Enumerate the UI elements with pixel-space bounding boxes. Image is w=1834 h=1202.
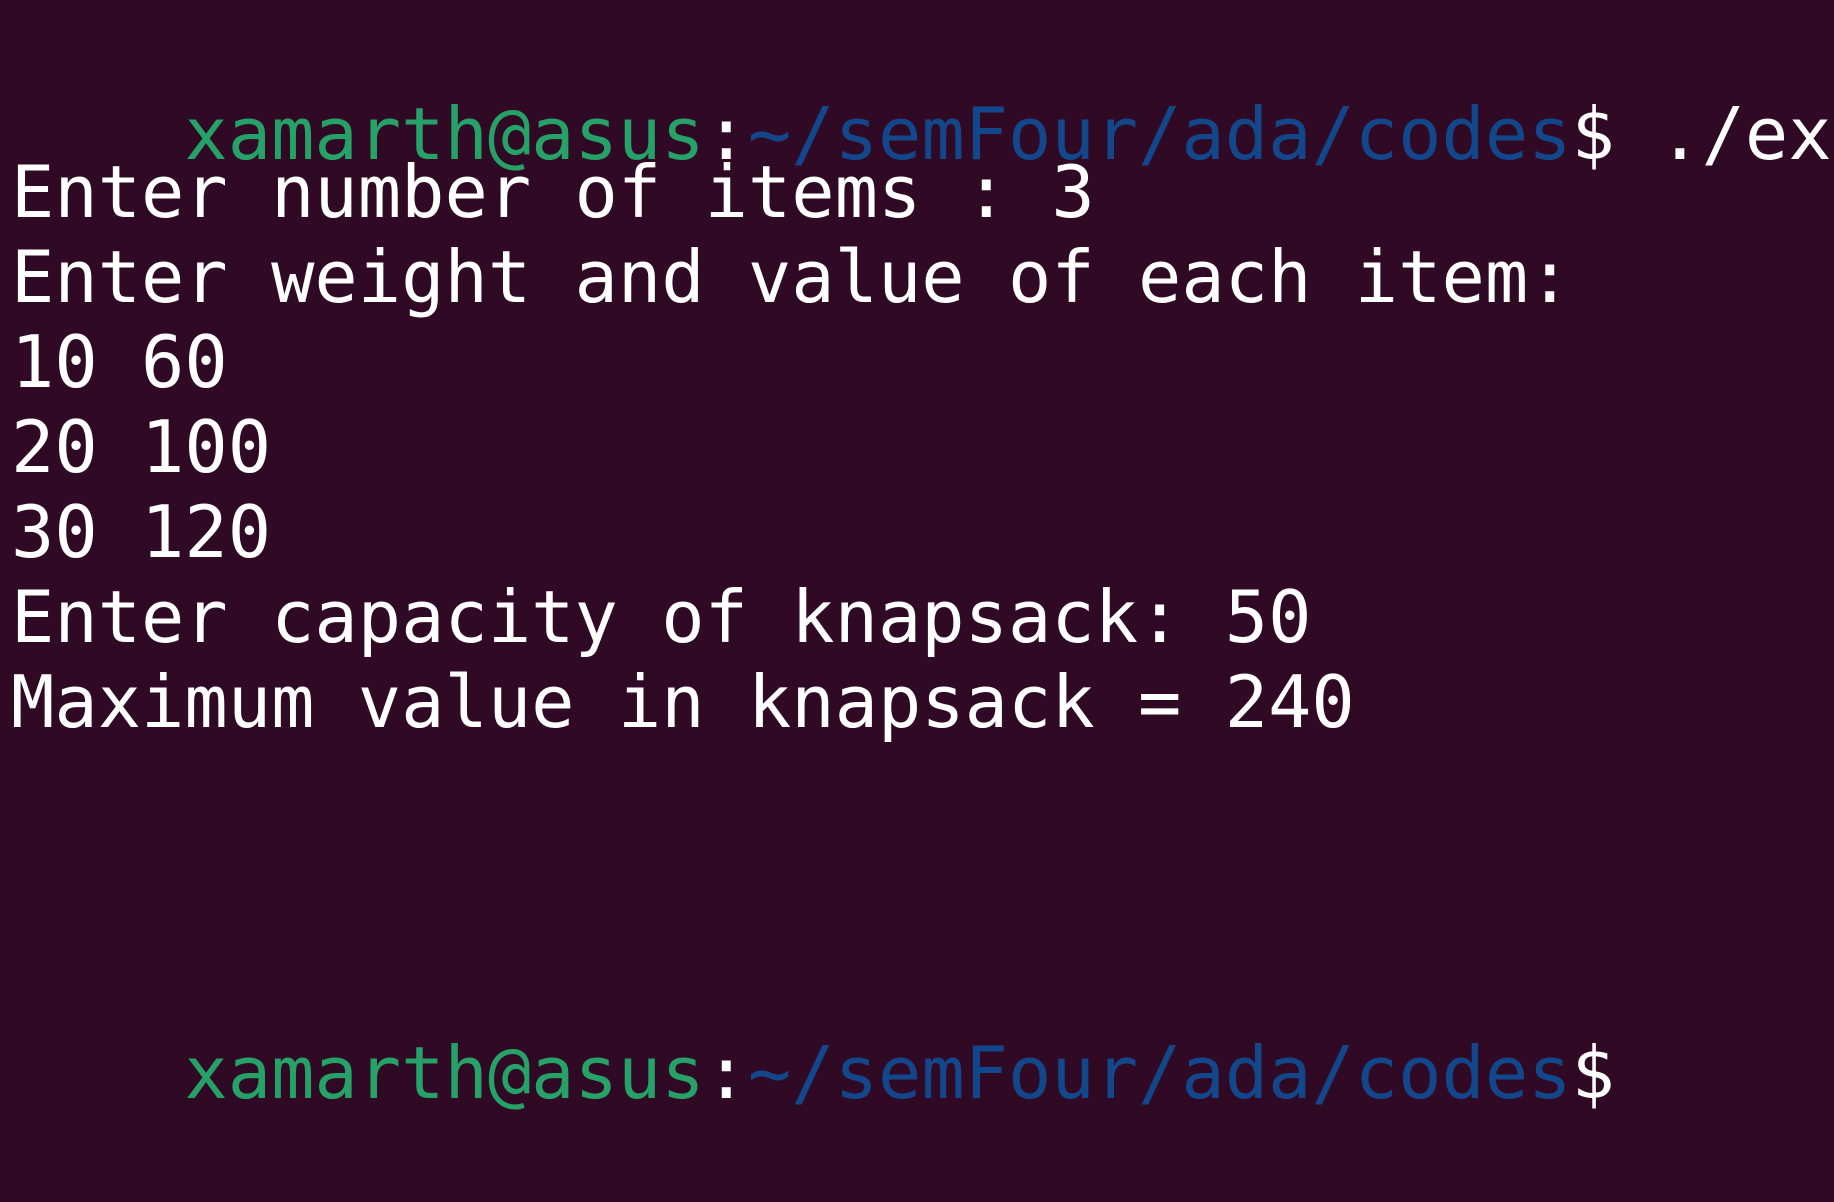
typed-command: ./exp7 (1658, 92, 1834, 176)
output-line: 20 100 (11, 405, 272, 489)
output-line: Enter capacity of knapsack: 50 (11, 575, 1312, 659)
output-line: Maximum value in knapsack = 240 (11, 660, 1355, 744)
output-line: Enter number of items : 3 (11, 150, 1095, 234)
prompt-symbol: $ (1571, 1031, 1615, 1115)
terminal-window[interactable]: xamarth@asus:~/semFour/ada/codes$ ./exp7… (0, 0, 1834, 1115)
output-line: Enter weight and value of each item: (11, 235, 1572, 319)
output-line: 30 120 (11, 490, 272, 574)
current-prompt-line[interactable]: xamarth@asus:~/semFour/ada/codes$ (11, 944, 1615, 1115)
prompt-user-host: xamarth@asus (184, 1031, 705, 1115)
prompt-path: ~/semFour/ada/codes (747, 1031, 1572, 1115)
prompt-colon: : (704, 1031, 748, 1115)
command-line: xamarth@asus:~/semFour/ada/codes$ ./exp7 (11, 5, 1834, 176)
output-line: 10 60 (11, 320, 228, 404)
prompt-symbol: $ (1571, 92, 1615, 176)
